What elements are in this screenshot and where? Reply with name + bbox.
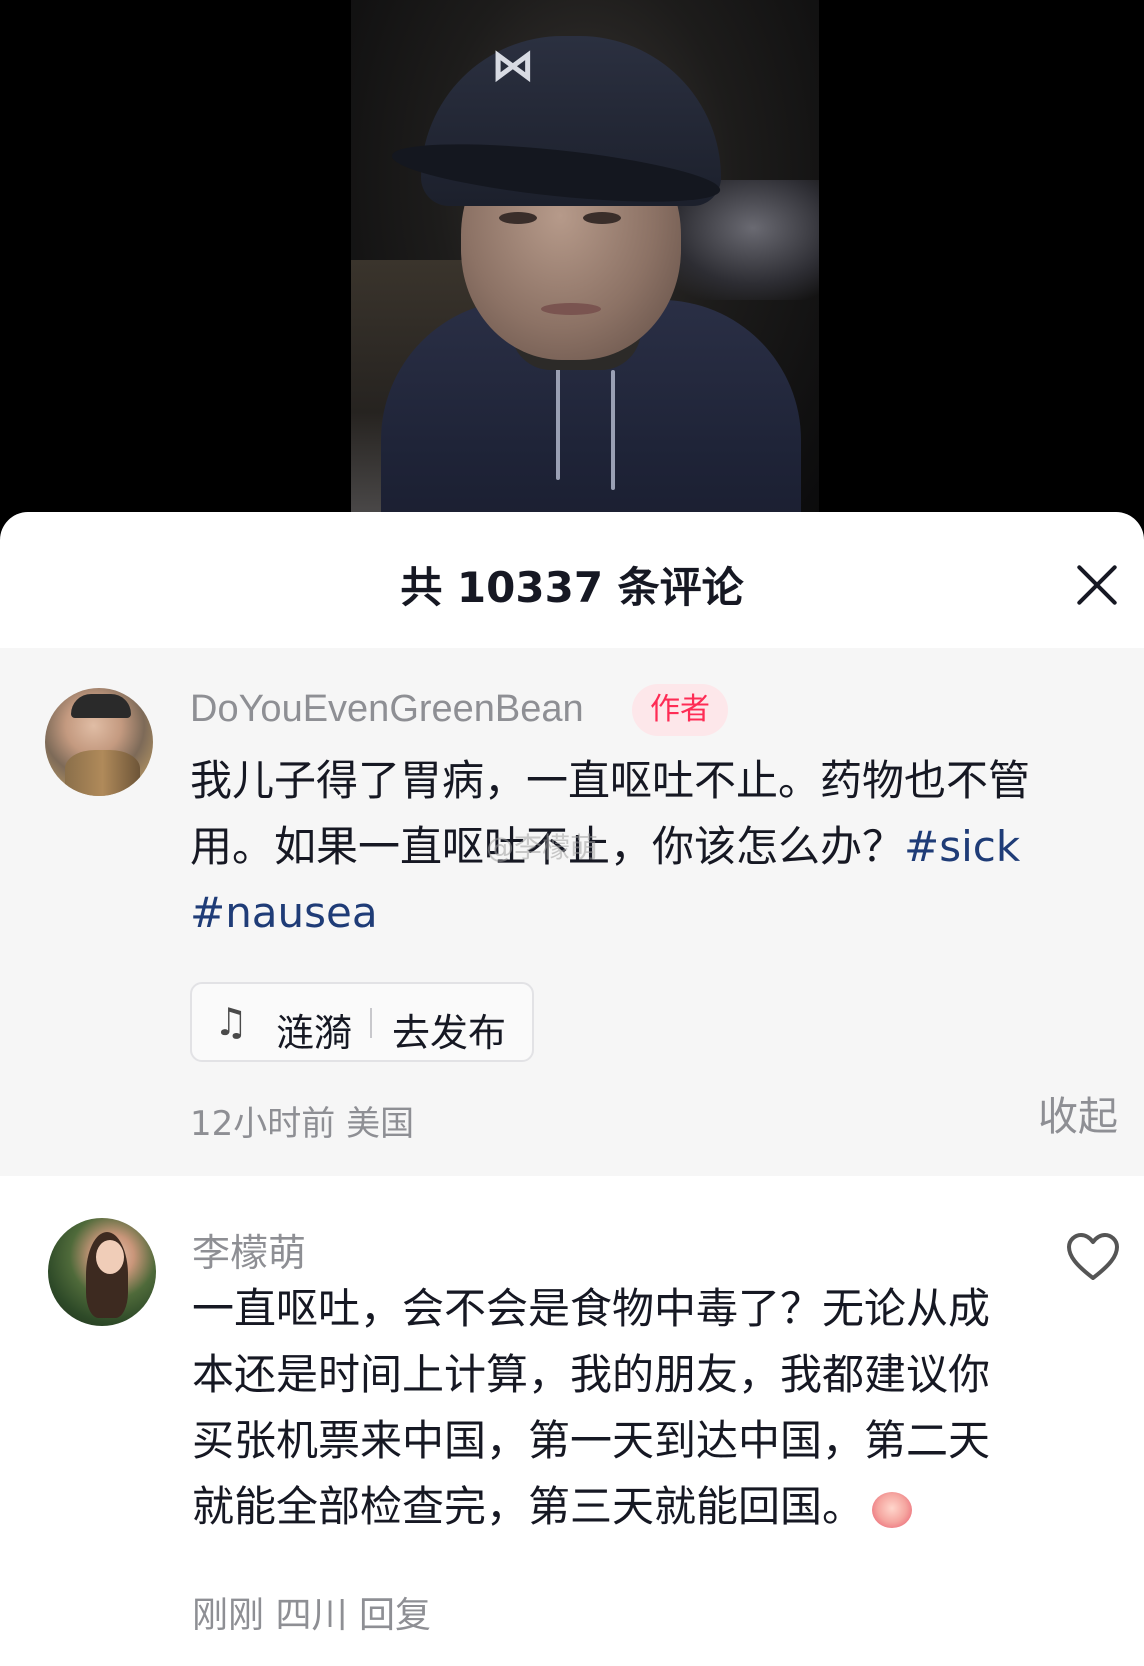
close-icon[interactable] (1068, 556, 1126, 614)
comment-time: 刚刚 (192, 1595, 265, 1636)
author-comment: DoYouEvenGreenBean 作者 我儿子得了胃病，一直呕吐不止。药物也… (0, 648, 1144, 1176)
avatar-cat (65, 750, 140, 796)
reply-button[interactable]: 回复 (359, 1595, 431, 1636)
eye (499, 212, 537, 224)
author-comment-meta: 12小时前 美国 (190, 1104, 415, 1144)
cap-logo: ⋈ (491, 40, 535, 91)
music-title: 涟漪 (276, 1011, 353, 1055)
avatar-face (96, 1240, 124, 1274)
avatar[interactable] (48, 1218, 156, 1326)
eye (583, 212, 621, 224)
comment-sheet: 共 10337 条评论 DoYouEvenGreenBean 作者 我儿子得了胃… (0, 512, 1144, 1666)
mouth (541, 303, 601, 315)
hoodie-string (611, 370, 615, 490)
video-player[interactable]: ⋈ (0, 0, 1144, 520)
hashtag-sick[interactable]: #sick (904, 822, 1020, 871)
avatar-hat (71, 694, 131, 718)
comment-sheet-header: 共 10337 条评论 (0, 512, 1144, 648)
hashtag-nausea[interactable]: #nausea (190, 888, 378, 937)
music-note-icon: ♫ (214, 1000, 249, 1044)
heart-icon[interactable] (1066, 1232, 1120, 1282)
author-comment-text: 我儿子得了胃病，一直呕吐不止。药物也不管用。如果一直呕吐不止，你该怎么办？#si… (190, 748, 1090, 946)
comment-text: 一直呕吐，会不会是食物中毒了？无论从成本还是时间上计算，我的朋友，我都建议你买张… (192, 1276, 1012, 1540)
comment-meta: 刚刚 四川 回复 (192, 1586, 431, 1638)
publish-button[interactable]: 去发布 (392, 1002, 506, 1057)
heart-hands-emoji-icon (868, 1490, 914, 1530)
comment-count-title: 共 10337 条评论 (400, 563, 744, 612)
music-chip[interactable]: ♫ 涟漪 去发布 (190, 982, 534, 1062)
comment-username[interactable]: 李檬萌 (192, 1222, 306, 1277)
video-frame[interactable]: ⋈ (351, 0, 819, 514)
avatar[interactable] (45, 688, 153, 796)
comment-location: 四川 (275, 1595, 348, 1636)
hoodie-string (556, 360, 560, 480)
author-badge: 作者 (632, 684, 728, 736)
music-divider (370, 1008, 372, 1038)
comment-item: 李檬萌 一直呕吐，会不会是食物中毒了？无论从成本还是时间上计算，我的朋友，我都建… (0, 1176, 1144, 1656)
collapse-button[interactable]: 收起 (1038, 1084, 1118, 1142)
author-username[interactable]: DoYouEvenGreenBean (190, 688, 584, 731)
